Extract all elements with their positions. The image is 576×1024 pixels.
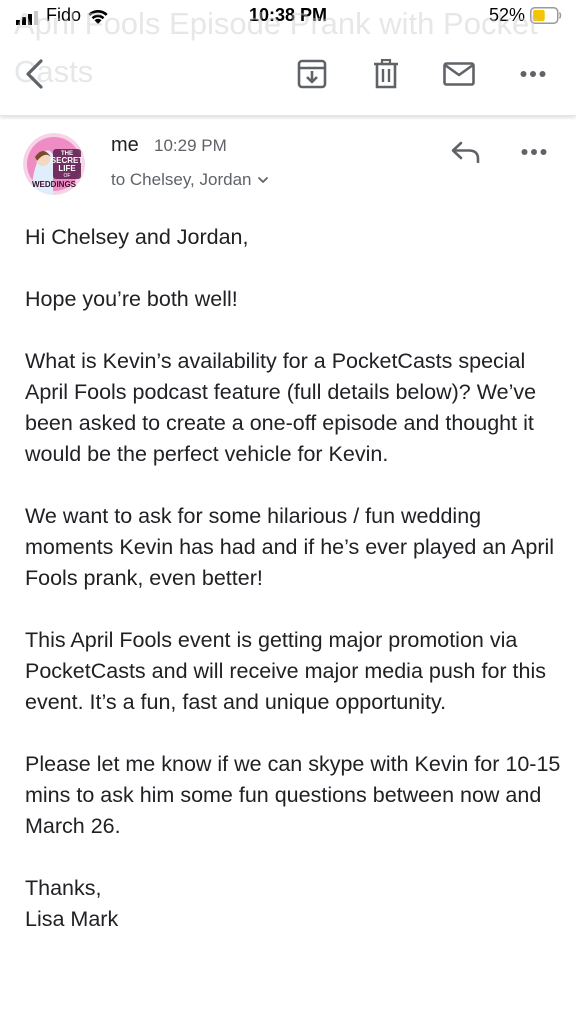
body-paragraph: This April Fools event is getting major … xyxy=(25,628,546,714)
chevron-down-icon xyxy=(258,177,269,183)
delete-button[interactable] xyxy=(364,52,408,96)
logo-of: OF xyxy=(64,173,71,179)
mail-icon xyxy=(443,62,475,86)
body-paragraph: Hope you’re both well! xyxy=(25,287,238,311)
battery-percent: 52% xyxy=(489,5,526,25)
battery-icon xyxy=(530,7,562,24)
message-more-button[interactable] xyxy=(512,134,556,170)
logo-weddings: WEDDINGS xyxy=(32,180,77,189)
sent-time: 10:29 PM xyxy=(154,136,227,155)
body-paragraph: What is Kevin’s availability for a Pocke… xyxy=(25,349,537,466)
sender-avatar[interactable]: THE SECRET LIFE OF WEDDINGS xyxy=(23,133,85,195)
archive-icon xyxy=(297,59,327,89)
body-signature: Lisa Mark xyxy=(25,907,119,931)
message-body: Hi Chelsey and Jordan, Hope you’re both … xyxy=(25,222,565,935)
chevron-left-icon xyxy=(26,59,43,89)
email-toolbar xyxy=(0,34,576,116)
mark-unread-button[interactable] xyxy=(437,52,481,96)
more-horizontal-icon xyxy=(520,71,546,77)
logo-life: LIFE xyxy=(58,164,76,173)
more-horizontal-icon xyxy=(521,149,547,155)
trash-icon xyxy=(374,59,398,89)
podcast-logo-icon: THE SECRET LIFE OF WEDDINGS xyxy=(23,133,85,195)
sender-name[interactable]: me xyxy=(111,134,139,157)
recipients-toggle[interactable]: to Chelsey, Jordan xyxy=(111,170,269,190)
status-bar: Fido 10:38 PM 52% xyxy=(0,0,576,34)
more-options-button[interactable] xyxy=(511,52,555,96)
body-paragraph: We want to ask for some hilarious / fun … xyxy=(25,504,555,590)
back-button[interactable] xyxy=(12,52,56,96)
body-signoff: Thanks, xyxy=(25,876,102,900)
archive-button[interactable] xyxy=(290,52,334,96)
recipients-text: to Chelsey, Jordan xyxy=(111,170,252,189)
reply-icon xyxy=(451,141,480,163)
body-greeting: Hi Chelsey and Jordan, xyxy=(25,225,249,249)
reply-button[interactable] xyxy=(446,134,486,170)
body-paragraph: Please let me know if we can skype with … xyxy=(25,752,561,838)
